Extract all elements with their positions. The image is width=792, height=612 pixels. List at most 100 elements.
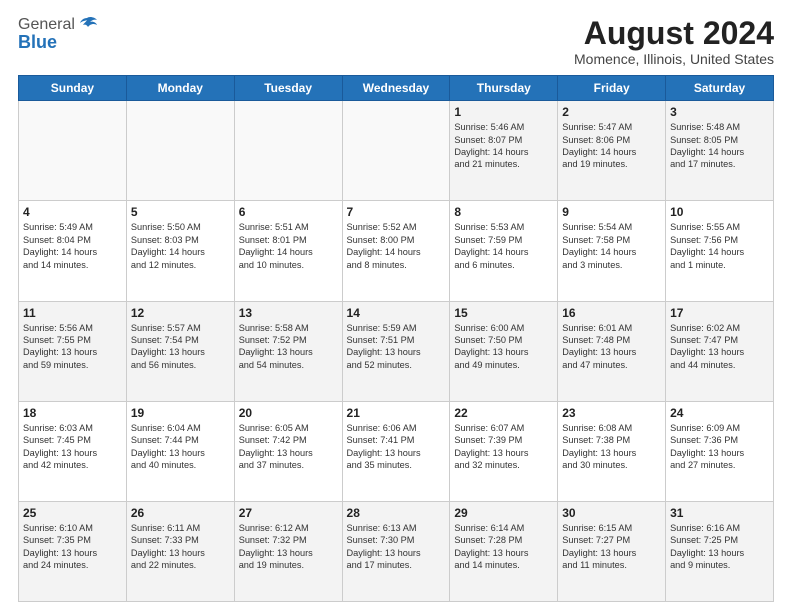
- day-info: Sunrise: 5:46 AM Sunset: 8:07 PM Dayligh…: [454, 121, 553, 171]
- day-info: Sunrise: 5:52 AM Sunset: 8:00 PM Dayligh…: [347, 221, 446, 271]
- calendar-title: August 2024: [574, 16, 774, 51]
- day-info: Sunrise: 6:15 AM Sunset: 7:27 PM Dayligh…: [562, 522, 661, 572]
- day-number: 10: [670, 205, 769, 219]
- day-number: 18: [23, 406, 122, 420]
- day-info: Sunrise: 6:08 AM Sunset: 7:38 PM Dayligh…: [562, 422, 661, 472]
- table-row: 29 Sunrise: 6:14 AM Sunset: 7:28 PM Dayli…: [450, 501, 558, 601]
- table-row: 30Sunrise: 6:15 AM Sunset: 7:27 PM Dayli…: [558, 501, 666, 601]
- day-info: Sunrise: 5:48 AM Sunset: 8:05 PM Dayligh…: [670, 121, 769, 171]
- day-info: Sunrise: 5:53 AM Sunset: 7:59 PM Dayligh…: [454, 221, 553, 271]
- day-number: 15: [454, 306, 553, 320]
- day-info: Sunrise: 5:56 AM Sunset: 7:55 PM Dayligh…: [23, 322, 122, 372]
- table-row: 22 Sunrise: 6:07 AM Sunset: 7:39 PM Dayli…: [450, 401, 558, 501]
- table-row: 4 Sunrise: 5:49 AM Sunset: 8:04 PM Daylig…: [19, 201, 127, 301]
- table-row: 31 Sunrise: 6:16 AM Sunset: 7:25 PM Dayli…: [666, 501, 774, 601]
- calendar-day-header: Wednesday: [342, 76, 450, 101]
- day-number: 12: [131, 306, 230, 320]
- table-row: 26 Sunrise: 6:11 AM Sunset: 7:33 PM Dayli…: [126, 501, 234, 601]
- calendar-week-row: 25 Sunrise: 6:10 AM Sunset: 7:35 PM Dayli…: [19, 501, 774, 601]
- calendar-week-row: 11Sunrise: 5:56 AM Sunset: 7:55 PM Dayli…: [19, 301, 774, 401]
- day-number: 29: [454, 506, 553, 520]
- day-info: Sunrise: 6:10 AM Sunset: 7:35 PM Dayligh…: [23, 522, 122, 572]
- table-row: 19 Sunrise: 6:04 AM Sunset: 7:44 PM Dayli…: [126, 401, 234, 501]
- calendar-day-header: Thursday: [450, 76, 558, 101]
- day-info: Sunrise: 6:06 AM Sunset: 7:41 PM Dayligh…: [347, 422, 446, 472]
- day-info: Sunrise: 5:51 AM Sunset: 8:01 PM Dayligh…: [239, 221, 338, 271]
- day-number: 24: [670, 406, 769, 420]
- table-row: 15 Sunrise: 6:00 AM Sunset: 7:50 PM Dayli…: [450, 301, 558, 401]
- day-number: 6: [239, 205, 338, 219]
- day-number: 20: [239, 406, 338, 420]
- table-row: 7 Sunrise: 5:52 AM Sunset: 8:00 PM Daylig…: [342, 201, 450, 301]
- logo: General Blue: [18, 16, 97, 53]
- calendar-week-row: 4 Sunrise: 5:49 AM Sunset: 8:04 PM Daylig…: [19, 201, 774, 301]
- calendar-day-header: Friday: [558, 76, 666, 101]
- logo-blue-text: Blue: [18, 32, 57, 53]
- table-row: 23 Sunrise: 6:08 AM Sunset: 7:38 PM Dayli…: [558, 401, 666, 501]
- day-info: Sunrise: 6:13 AM Sunset: 7:30 PM Dayligh…: [347, 522, 446, 572]
- day-number: 2: [562, 105, 661, 119]
- day-info: Sunrise: 5:50 AM Sunset: 8:03 PM Dayligh…: [131, 221, 230, 271]
- table-row: 18Sunrise: 6:03 AM Sunset: 7:45 PM Dayli…: [19, 401, 127, 501]
- day-number: 31: [670, 506, 769, 520]
- table-row: 12 Sunrise: 5:57 AM Sunset: 7:54 PM Dayli…: [126, 301, 234, 401]
- table-row: 25 Sunrise: 6:10 AM Sunset: 7:35 PM Dayli…: [19, 501, 127, 601]
- table-row: 17Sunrise: 6:02 AM Sunset: 7:47 PM Dayli…: [666, 301, 774, 401]
- table-row: 6 Sunrise: 5:51 AM Sunset: 8:01 PM Daylig…: [234, 201, 342, 301]
- table-row: 27Sunrise: 6:12 AM Sunset: 7:32 PM Dayli…: [234, 501, 342, 601]
- table-row: 28 Sunrise: 6:13 AM Sunset: 7:30 PM Dayli…: [342, 501, 450, 601]
- day-info: Sunrise: 6:00 AM Sunset: 7:50 PM Dayligh…: [454, 322, 553, 372]
- day-number: 26: [131, 506, 230, 520]
- day-number: 8: [454, 205, 553, 219]
- day-info: Sunrise: 6:16 AM Sunset: 7:25 PM Dayligh…: [670, 522, 769, 572]
- day-number: 3: [670, 105, 769, 119]
- day-number: 22: [454, 406, 553, 420]
- day-info: Sunrise: 5:58 AM Sunset: 7:52 PM Dayligh…: [239, 322, 338, 372]
- day-info: Sunrise: 6:04 AM Sunset: 7:44 PM Dayligh…: [131, 422, 230, 472]
- table-row: 2Sunrise: 5:47 AM Sunset: 8:06 PM Daylig…: [558, 101, 666, 201]
- day-number: 13: [239, 306, 338, 320]
- day-number: 25: [23, 506, 122, 520]
- day-number: 28: [347, 506, 446, 520]
- table-row: [234, 101, 342, 201]
- day-info: Sunrise: 6:05 AM Sunset: 7:42 PM Dayligh…: [239, 422, 338, 472]
- logo-bird-icon: [77, 16, 97, 32]
- day-number: 27: [239, 506, 338, 520]
- day-info: Sunrise: 6:07 AM Sunset: 7:39 PM Dayligh…: [454, 422, 553, 472]
- day-info: Sunrise: 6:11 AM Sunset: 7:33 PM Dayligh…: [131, 522, 230, 572]
- calendar-day-header: Monday: [126, 76, 234, 101]
- title-area: August 2024 Momence, Illinois, United St…: [574, 16, 774, 67]
- table-row: [126, 101, 234, 201]
- table-row: [342, 101, 450, 201]
- day-number: 16: [562, 306, 661, 320]
- table-row: 20 Sunrise: 6:05 AM Sunset: 7:42 PM Dayli…: [234, 401, 342, 501]
- header: General Blue August 2024 Momence, Illino…: [18, 16, 774, 67]
- table-row: 13 Sunrise: 5:58 AM Sunset: 7:52 PM Dayli…: [234, 301, 342, 401]
- table-row: 21Sunrise: 6:06 AM Sunset: 7:41 PM Dayli…: [342, 401, 450, 501]
- day-number: 4: [23, 205, 122, 219]
- calendar-week-row: 18Sunrise: 6:03 AM Sunset: 7:45 PM Dayli…: [19, 401, 774, 501]
- day-number: 14: [347, 306, 446, 320]
- day-info: Sunrise: 5:59 AM Sunset: 7:51 PM Dayligh…: [347, 322, 446, 372]
- table-row: 8 Sunrise: 5:53 AM Sunset: 7:59 PM Daylig…: [450, 201, 558, 301]
- calendar-subtitle: Momence, Illinois, United States: [574, 51, 774, 67]
- day-number: 5: [131, 205, 230, 219]
- calendar-day-header: Sunday: [19, 76, 127, 101]
- table-row: 16Sunrise: 6:01 AM Sunset: 7:48 PM Dayli…: [558, 301, 666, 401]
- day-number: 23: [562, 406, 661, 420]
- page: General Blue August 2024 Momence, Illino…: [0, 0, 792, 612]
- day-number: 7: [347, 205, 446, 219]
- day-number: 1: [454, 105, 553, 119]
- table-row: 11Sunrise: 5:56 AM Sunset: 7:55 PM Dayli…: [19, 301, 127, 401]
- day-info: Sunrise: 5:54 AM Sunset: 7:58 PM Dayligh…: [562, 221, 661, 271]
- calendar-table: SundayMondayTuesdayWednesdayThursdayFrid…: [18, 75, 774, 602]
- calendar-week-row: 1 Sunrise: 5:46 AM Sunset: 8:07 PM Daylig…: [19, 101, 774, 201]
- day-number: 19: [131, 406, 230, 420]
- day-info: Sunrise: 5:55 AM Sunset: 7:56 PM Dayligh…: [670, 221, 769, 271]
- day-info: Sunrise: 6:02 AM Sunset: 7:47 PM Dayligh…: [670, 322, 769, 372]
- day-info: Sunrise: 5:57 AM Sunset: 7:54 PM Dayligh…: [131, 322, 230, 372]
- day-info: Sunrise: 6:14 AM Sunset: 7:28 PM Dayligh…: [454, 522, 553, 572]
- day-number: 9: [562, 205, 661, 219]
- day-info: Sunrise: 5:49 AM Sunset: 8:04 PM Dayligh…: [23, 221, 122, 271]
- table-row: 3 Sunrise: 5:48 AM Sunset: 8:05 PM Daylig…: [666, 101, 774, 201]
